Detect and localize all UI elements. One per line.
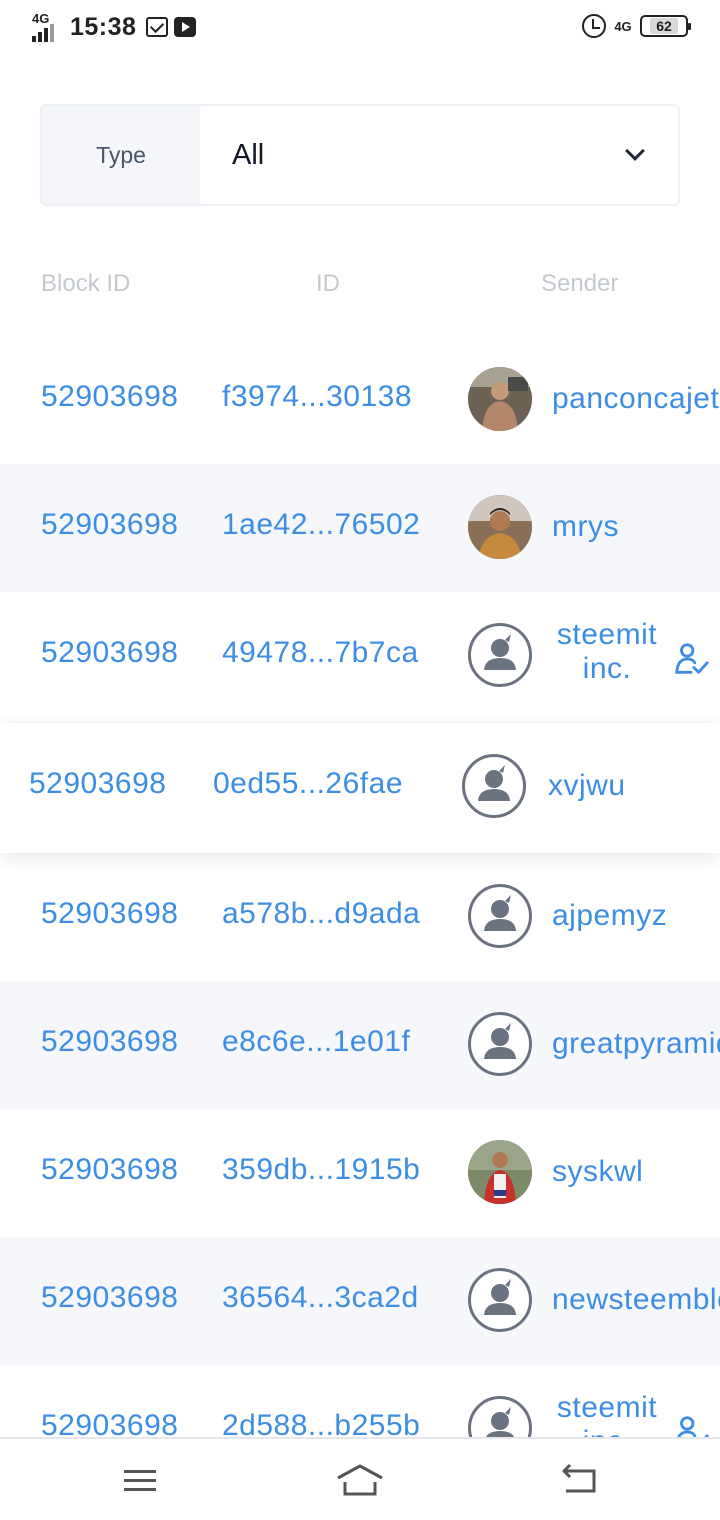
type-select[interactable]: All (200, 106, 678, 204)
status-time: 15:38 (70, 12, 137, 41)
sender-link[interactable]: steemit inc. (552, 618, 662, 686)
table-row[interactable]: 52903698 359db...1915b syskwl (0, 1109, 720, 1237)
transaction-id-link[interactable]: 1ae42...76502 (222, 508, 420, 542)
table-row[interactable]: 52903698 0ed55...26fae xvjwu (0, 723, 720, 853)
menu-icon[interactable] (110, 1457, 170, 1503)
alarm-icon (582, 14, 606, 38)
block-id-link[interactable]: 52903698 (41, 636, 178, 670)
block-id-link[interactable]: 52903698 (41, 1153, 178, 1187)
type-filter: Type All (40, 104, 680, 206)
block-id-link[interactable]: 52903698 (29, 767, 166, 801)
column-header-id: ID (316, 270, 340, 297)
sender-link[interactable]: ajpemyz (552, 899, 667, 933)
sender-link[interactable]: newsteemblog (552, 1283, 720, 1317)
transaction-id-link[interactable]: e8c6e...1e01f (222, 1025, 410, 1059)
table-row[interactable]: 52903698 36564...3ca2d newsteemblog (0, 1237, 720, 1365)
avatar[interactable] (468, 884, 532, 948)
transaction-id-link[interactable]: 36564...3ca2d (222, 1281, 419, 1315)
block-id-link[interactable]: 52903698 (41, 1025, 178, 1059)
back-icon[interactable] (548, 1457, 608, 1503)
sender-link[interactable]: xvjwu (548, 769, 626, 803)
battery-level: 62 (650, 18, 678, 34)
table-row[interactable]: 52903698 49478...7b7ca steemit inc. (0, 592, 720, 720)
table-row[interactable]: 52903698 e8c6e...1e01f greatpyramid (0, 981, 720, 1109)
avatar[interactable] (468, 1140, 532, 1204)
signal-icon: 4G (32, 12, 60, 42)
type-select-value: All (232, 138, 265, 171)
table-row[interactable]: 52903698 a578b...d9ada ajpemyz (0, 853, 720, 981)
avatar[interactable] (468, 495, 532, 559)
block-id-link[interactable]: 52903698 (41, 1281, 178, 1315)
avatar[interactable] (462, 754, 526, 818)
sender-link[interactable]: mrys (552, 510, 619, 544)
verified-user-icon (675, 643, 709, 674)
avatar[interactable] (468, 623, 532, 687)
mail-notification-icon (146, 17, 169, 37)
transaction-id-link[interactable]: 359db...1915b (222, 1153, 420, 1187)
transaction-id-link[interactable]: 0ed55...26fae (213, 767, 403, 801)
avatar[interactable] (468, 1268, 532, 1332)
home-icon[interactable] (330, 1457, 390, 1503)
network-type-right: 4G (614, 18, 632, 34)
table-row[interactable]: 52903698 1ae42...76502 mrys (0, 464, 720, 592)
block-id-link[interactable]: 52903698 (41, 897, 178, 931)
type-filter-label: Type (42, 106, 200, 204)
sender-link[interactable]: panconcajeta (552, 382, 720, 416)
table-row[interactable]: 52903698 f3974...30138 panconcajeta (0, 336, 720, 464)
block-id-link[interactable]: 52903698 (41, 380, 178, 414)
column-header-block-id: Block ID (41, 270, 131, 297)
status-bar: 4G 15:38 4G 62 (0, 0, 720, 56)
transaction-id-link[interactable]: f3974...30138 (222, 380, 412, 414)
avatar[interactable] (468, 1012, 532, 1076)
sender-link[interactable]: greatpyramid (552, 1027, 720, 1061)
avatar[interactable] (468, 367, 532, 431)
system-navigation-bar (0, 1437, 720, 1520)
column-header-sender: Sender (541, 270, 619, 297)
transactions-table: 52903698 f3974...30138 panconcajeta 5290… (0, 336, 720, 1493)
chevron-down-icon (625, 141, 645, 161)
sender-link[interactable]: syskwl (552, 1155, 643, 1189)
block-id-link[interactable]: 52903698 (41, 508, 178, 542)
play-notification-icon (174, 17, 197, 37)
transaction-id-link[interactable]: a578b...d9ada (222, 897, 420, 931)
table-header: Block ID ID Sender (0, 270, 720, 310)
transaction-id-link[interactable]: 49478...7b7ca (222, 636, 419, 670)
battery-icon: 62 (640, 15, 691, 37)
